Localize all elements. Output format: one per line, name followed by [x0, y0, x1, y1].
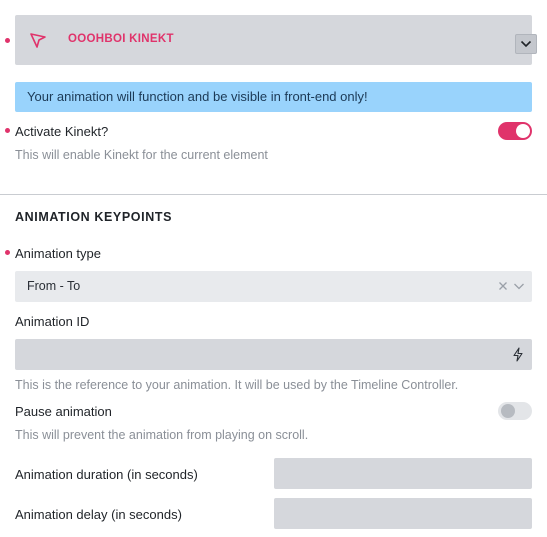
pause-animation-toggle[interactable]	[498, 402, 532, 420]
kinekt-accordion-header[interactable]: OOOHBOI KINEKT	[15, 15, 537, 65]
dynamic-data-bolt-icon[interactable]	[512, 347, 524, 362]
toggle-knob	[516, 124, 530, 138]
animation-delay-label: Animation delay (in seconds)	[15, 507, 182, 522]
section-title: ANIMATION KEYPOINTS	[15, 210, 173, 224]
animation-type-select[interactable]: From - To	[15, 271, 532, 302]
required-dot	[5, 38, 10, 43]
animation-delay-input[interactable]	[274, 498, 532, 529]
pause-animation-label: Pause animation	[15, 404, 112, 419]
activate-kinekt-description: This will enable Kinekt for the current …	[15, 148, 268, 162]
animation-duration-label: Animation duration (in seconds)	[15, 467, 198, 482]
animation-type-label: Animation type	[15, 246, 101, 261]
animation-id-description: This is the reference to your animation.…	[15, 378, 459, 392]
required-dot	[5, 250, 10, 255]
accordion-title: OOOHBOI KINEKT	[68, 33, 174, 45]
animation-id-input[interactable]	[15, 339, 532, 370]
cursor-arrow-icon	[30, 33, 46, 48]
required-dot	[5, 128, 10, 133]
chevron-down-icon	[520, 40, 532, 48]
animation-type-value: From - To	[27, 279, 81, 293]
accordion-toggle-button[interactable]	[515, 34, 537, 54]
chevron-down-icon[interactable]	[513, 281, 525, 291]
animation-duration-input[interactable]	[274, 458, 532, 489]
section-divider	[0, 194, 547, 195]
animation-id-label: Animation ID	[15, 314, 90, 329]
frontend-notice: Your animation will function and be visi…	[15, 82, 532, 112]
activate-kinekt-label: Activate Kinekt?	[15, 124, 109, 139]
activate-kinekt-toggle[interactable]	[498, 122, 532, 140]
clear-icon[interactable]	[498, 281, 508, 291]
pause-animation-description: This will prevent the animation from pla…	[15, 428, 309, 442]
toggle-knob	[501, 404, 515, 418]
